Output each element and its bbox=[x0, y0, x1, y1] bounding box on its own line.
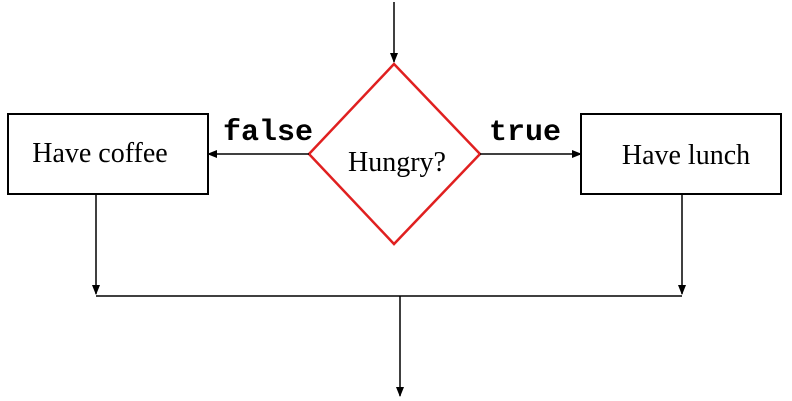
decision-label: Hungry? bbox=[348, 147, 446, 178]
false-branch-label: false bbox=[223, 116, 313, 150]
have-coffee-label: Have coffee bbox=[32, 138, 168, 169]
have-lunch-label: Have lunch bbox=[622, 140, 750, 171]
true-branch-label: true bbox=[489, 116, 561, 150]
flowchart: Hungry? false true Have coffee Have lunc… bbox=[7, 2, 782, 397]
